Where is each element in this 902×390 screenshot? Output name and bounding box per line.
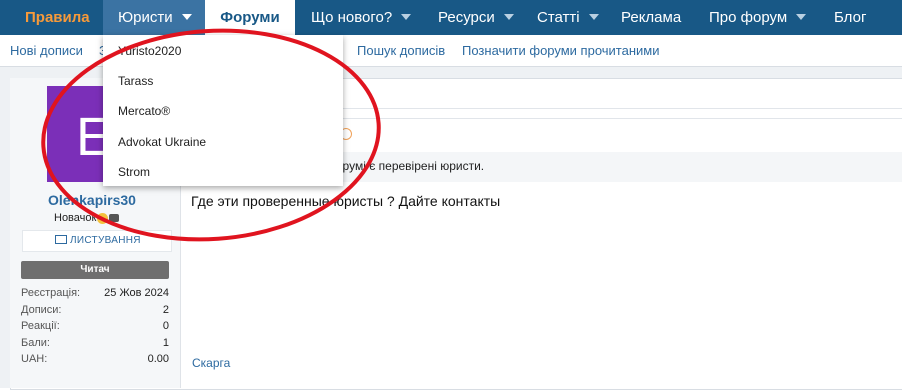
dropdown-item[interactable]: Yuristo2020	[118, 44, 181, 58]
chevron-down-icon[interactable]	[588, 14, 599, 21]
report-link[interactable]: Скарга	[192, 356, 230, 370]
nav-resources-label: Ресурси	[438, 9, 495, 26]
chevron-down-icon[interactable]	[503, 14, 514, 21]
nav-rules[interactable]: Правила	[15, 0, 100, 35]
quote-text: форумі є перевірені юристи.	[326, 159, 485, 173]
main-navigation: Правила Юристи Форуми Що нового? Ресурси…	[0, 0, 902, 35]
stat-value: 0	[162, 320, 169, 332]
stat-row: Реакції: 0	[21, 318, 169, 335]
chevron-down-icon[interactable]	[796, 14, 807, 21]
nav-whats-new[interactable]: Що нового?	[311, 0, 412, 35]
envelope-icon	[55, 235, 67, 244]
user-title-text: Новачок	[54, 212, 97, 224]
dropdown-item[interactable]: Strom	[118, 165, 150, 179]
dropdown-item[interactable]: Tarass	[118, 74, 153, 88]
nav-articles-label: Статті	[537, 9, 580, 26]
stat-row: Реєстрація: 25 Жов 2024	[21, 285, 169, 302]
stat-value: 1	[162, 336, 169, 349]
sunglasses-icon	[109, 214, 120, 223]
nav-articles[interactable]: Статті	[537, 0, 599, 35]
stat-row: Бали: 1	[21, 335, 169, 352]
dropdown-item[interactable]: Mercato®	[118, 104, 170, 118]
message-button-label: ЛИСТУВАННЯ	[70, 235, 141, 246]
user-stats: Реєстрація: 25 Жов 2024 Дописи: 2 Реакції:…	[21, 285, 169, 368]
dropdown-item[interactable]: Advokat Ukraine	[118, 135, 206, 149]
user-title: Новачок	[54, 212, 120, 224]
lawyers-dropdown-menu: Yuristo2020 Tarass Mercato® Advokat Ukra…	[103, 35, 343, 186]
username-link[interactable]: Olenkapirs30	[48, 192, 136, 208]
stat-label: Реакції:	[21, 320, 60, 332]
nav-rules-label: Правила	[25, 9, 90, 26]
subnav-new-posts[interactable]: Нові дописи	[10, 35, 83, 66]
nav-lawyers[interactable]: Юристи	[103, 0, 205, 35]
nav-advertising[interactable]: Реклама	[621, 0, 681, 35]
role-badge: Читач	[21, 261, 169, 279]
chevron-down-icon[interactable]	[181, 14, 192, 21]
stat-value: 0.00	[147, 353, 169, 365]
nav-blog-label: Блог	[834, 9, 867, 26]
post-body: Где эти проверенные юристы ? Дайте конта…	[191, 193, 501, 209]
stat-label: Дописи:	[21, 303, 62, 316]
stat-value: 2	[162, 303, 169, 316]
stat-row: UAH: 0.00	[21, 351, 169, 368]
nav-blog[interactable]: Блог	[834, 0, 866, 35]
stat-label: Бали:	[21, 336, 50, 349]
chevron-down-icon[interactable]	[401, 14, 412, 21]
stat-value: 25 Жов 2024	[104, 287, 169, 299]
subnav-search-posts[interactable]: Пошук дописів	[357, 35, 445, 66]
stat-label: Реєстрація:	[21, 287, 81, 299]
nav-about-label: Про форум	[709, 9, 788, 26]
nav-resources[interactable]: Ресурси	[438, 0, 514, 35]
nav-about[interactable]: Про форум	[709, 0, 807, 35]
smile-icon	[97, 212, 109, 224]
nav-whats-new-label: Що нового?	[311, 9, 393, 26]
stat-label: UAH:	[21, 353, 48, 365]
stat-row: Дописи: 2	[21, 302, 169, 319]
nav-advertising-label: Реклама	[621, 9, 682, 26]
nav-forums-label: Форуми	[220, 9, 280, 26]
nav-lawyers-label: Юристи	[118, 9, 173, 26]
nav-forums[interactable]: Форуми	[205, 0, 295, 35]
subnav-mark-read[interactable]: Позначити форуми прочитаними	[462, 35, 659, 66]
